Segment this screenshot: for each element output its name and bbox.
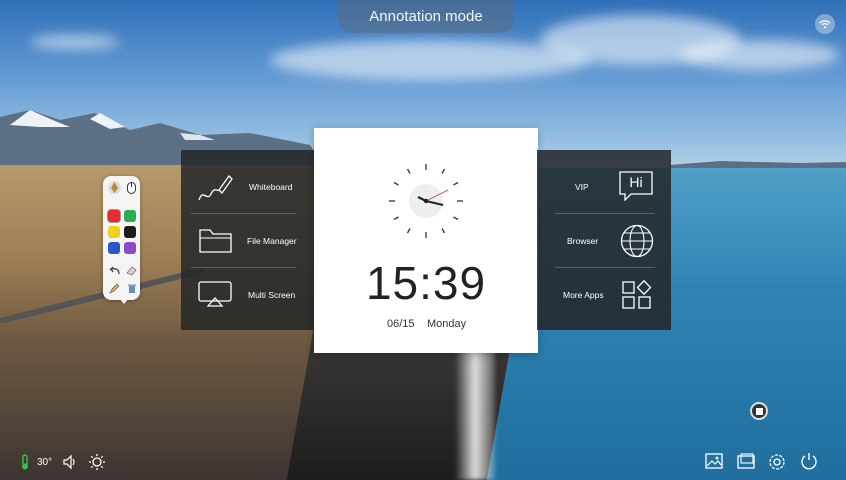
- toolbar-pointer: [119, 298, 129, 304]
- browser-label: Browser: [567, 236, 599, 246]
- file-manager-label: File Manager: [247, 236, 297, 246]
- color-swatch-red[interactable]: [108, 210, 120, 222]
- undo-icon[interactable]: [108, 264, 121, 277]
- trash-icon[interactable]: [125, 282, 138, 295]
- power-icon[interactable]: [800, 452, 818, 470]
- globe-icon: [620, 224, 654, 263]
- annotation-mode-banner: Annotation mode: [338, 0, 514, 33]
- wallpaper-cloud: [30, 35, 120, 49]
- chat-hi-icon: Hi: [619, 171, 653, 201]
- launcher-panel-right: VIP Hi Browser More Apps: [537, 150, 671, 330]
- screen-share-icon: [198, 281, 232, 312]
- pen-icon: [197, 172, 233, 211]
- color-swatch-yellow[interactable]: [108, 226, 120, 238]
- clock-date: 06/15: [387, 318, 415, 330]
- color-swatch-black[interactable]: [124, 226, 136, 238]
- volume-icon[interactable]: [62, 454, 78, 470]
- mouse-icon[interactable]: [125, 181, 138, 194]
- thermometer-icon: [19, 454, 31, 470]
- more-apps-app[interactable]: More Apps: [537, 268, 671, 322]
- more-apps-label: More Apps: [563, 290, 604, 300]
- chat-hi-text: Hi: [629, 174, 643, 190]
- settings-gear-icon[interactable]: [768, 453, 786, 471]
- input-source-icon[interactable]: [737, 453, 755, 469]
- pen-tool-icon[interactable]: [108, 181, 121, 194]
- browser-app[interactable]: Browser: [537, 214, 671, 268]
- whiteboard-label: Whiteboard: [249, 182, 293, 192]
- wallpaper-surf: [455, 350, 495, 480]
- apps-grid-icon: [622, 279, 652, 315]
- temperature-value: 30°: [37, 457, 53, 468]
- multi-screen-label: Multi Screen: [248, 290, 296, 300]
- highlighter-icon[interactable]: [108, 282, 121, 295]
- brightness-icon[interactable]: [88, 453, 106, 471]
- file-manager-app[interactable]: File Manager: [181, 214, 316, 268]
- clock-weekday: Monday: [427, 318, 467, 330]
- gallery-icon[interactable]: [705, 453, 723, 469]
- clock-time: 15:39: [365, 257, 487, 309]
- vip-app[interactable]: VIP Hi: [537, 160, 671, 214]
- launcher-panel-left: Whiteboard File Manager Multi Screen: [181, 150, 316, 330]
- color-swatch-green[interactable]: [124, 210, 136, 222]
- vip-label: VIP: [575, 182, 589, 192]
- clock-widget: [314, 128, 538, 353]
- stop-button[interactable]: [750, 402, 768, 420]
- color-swatch-blue[interactable]: [108, 242, 120, 254]
- wifi-icon[interactable]: [815, 14, 835, 34]
- folder-icon: [199, 227, 232, 258]
- analog-clock-icon: [389, 164, 463, 238]
- stop-icon: [755, 407, 763, 415]
- eraser-icon[interactable]: [125, 264, 138, 277]
- wallpaper-cloud: [680, 40, 840, 70]
- annotation-mode-title: Annotation mode: [369, 8, 483, 25]
- multi-screen-app[interactable]: Multi Screen: [181, 268, 316, 322]
- whiteboard-app[interactable]: Whiteboard: [181, 160, 316, 214]
- color-swatch-purple[interactable]: [124, 242, 136, 254]
- annotation-toolbar: [103, 176, 140, 304]
